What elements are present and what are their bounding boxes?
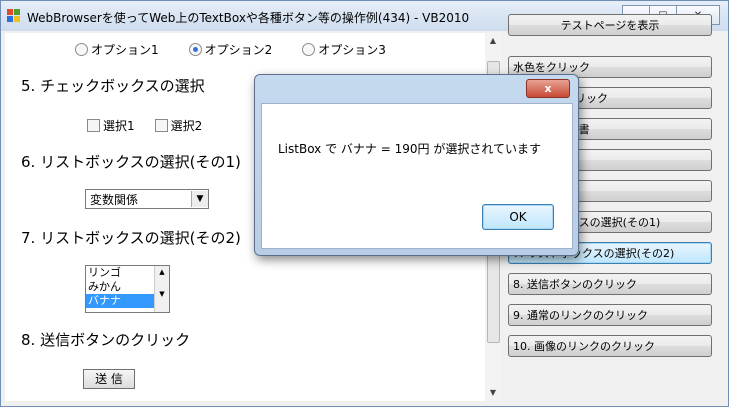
section8-heading: 8. 送信ボタンのクリック	[21, 331, 191, 349]
show-test-page-button[interactable]: テストページを表示	[508, 14, 712, 36]
radio-option-1[interactable]: オプション1	[75, 41, 159, 58]
checkbox-2[interactable]: 選択2	[154, 117, 203, 134]
radio-circle-checked	[188, 43, 202, 56]
scroll-up-icon[interactable]: ▲	[485, 33, 501, 49]
scroll-down-icon[interactable]: ▼	[485, 385, 501, 401]
scroll-down-icon[interactable]: ▼	[155, 288, 169, 300]
radio-group: オプション1 オプション2 オプション3	[75, 41, 386, 58]
checkbox-label: 選択1	[103, 119, 135, 133]
window-title: WebBrowserを使ってWeb上のTextBoxや各種ボタン等の操作例(43…	[27, 11, 470, 25]
section7-heading: 7. リストボックスの選択(その2)	[21, 229, 241, 247]
radio-label: オプション2	[204, 43, 273, 57]
checkbox-label: 選択2	[170, 119, 203, 133]
list-item-selected[interactable]: バナナ	[86, 294, 154, 308]
list-item[interactable]: リンゴ	[86, 266, 154, 280]
scroll-up-icon[interactable]: ▲	[155, 266, 169, 278]
checkbox-group: 選択1 選択2	[87, 117, 202, 134]
chevron-down-icon[interactable]: ▼	[191, 191, 208, 207]
combo-box[interactable]: 変数関係 ▼	[85, 189, 209, 209]
send-button[interactable]: 送 信	[83, 369, 135, 389]
close-icon: x	[544, 82, 552, 95]
radio-option-2[interactable]: オプション2	[188, 41, 273, 58]
combo-value: 変数関係	[90, 192, 139, 207]
dialog-body: ListBox で バナナ = 190円 が選択されています OK	[261, 103, 573, 249]
ok-button[interactable]: OK	[482, 204, 554, 230]
list-box[interactable]: リンゴ みかん バナナ ▲ ▼	[85, 265, 170, 313]
image-link-click-button[interactable]: 10. 画像のリンクのクリック	[508, 335, 712, 357]
message-dialog: x ListBox で バナナ = 190円 が選択されています OK	[254, 74, 579, 256]
dialog-close-button[interactable]: x	[526, 79, 570, 98]
checkbox-box	[87, 119, 100, 132]
radio-label: オプション3	[318, 43, 386, 57]
send-click-button[interactable]: 8. 送信ボタンのクリック	[508, 273, 712, 295]
radio-label: オプション1	[91, 43, 159, 57]
radio-circle	[302, 43, 316, 56]
radio-option-3[interactable]: オプション3	[302, 41, 386, 58]
app-icon	[7, 9, 20, 22]
link-click-button[interactable]: 9. 通常のリンクのクリック	[508, 304, 712, 326]
radio-circle	[75, 43, 88, 56]
listbox-scrollbar[interactable]: ▲ ▼	[154, 266, 169, 312]
checkbox-1[interactable]: 選択1	[87, 117, 135, 134]
dialog-message: ListBox で バナナ = 190円 が選択されています	[278, 142, 541, 156]
list-item[interactable]: みかん	[86, 280, 154, 294]
checkbox-box	[154, 119, 168, 132]
section5-heading: 5. チェックボックスの選択	[21, 77, 205, 95]
section6-heading: 6. リストボックスの選択(その1)	[21, 153, 241, 171]
